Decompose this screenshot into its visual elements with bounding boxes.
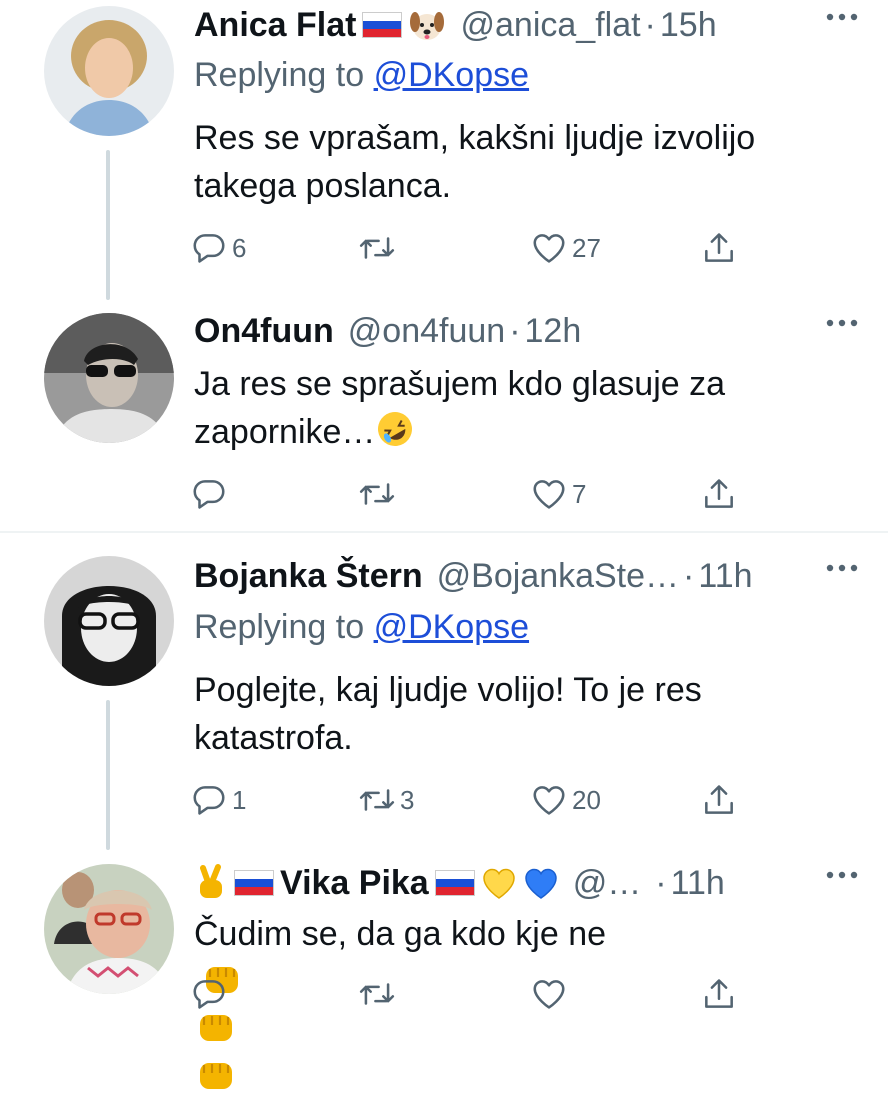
tweet-text-content: Ja res se sprašujem kdo glasuje za zapor… bbox=[194, 365, 726, 451]
like-count: 7 bbox=[572, 478, 587, 509]
share-icon bbox=[700, 475, 738, 513]
timestamp[interactable]: 15h bbox=[660, 6, 717, 45]
timestamp[interactable]: 11h bbox=[671, 864, 725, 903]
retweet-count: 3 bbox=[400, 784, 415, 815]
handle[interactable]: @… bbox=[573, 864, 642, 903]
like-icon bbox=[530, 975, 568, 1013]
replying-to-label: Replying to bbox=[194, 608, 365, 646]
reply-icon bbox=[190, 475, 228, 513]
name-text[interactable]: Vika Pika bbox=[280, 864, 429, 903]
name-text[interactable]: Bojanka Štern bbox=[194, 557, 423, 596]
like-button[interactable]: 27 bbox=[530, 226, 601, 270]
replying-to-label: Replying to bbox=[194, 56, 365, 94]
share-button[interactable] bbox=[700, 778, 738, 822]
reply-icon bbox=[190, 229, 228, 267]
retweet-icon bbox=[358, 975, 396, 1013]
action-bar: 7 bbox=[190, 472, 750, 516]
mention-link[interactable]: @DKopse bbox=[374, 56, 529, 94]
tweet-text: Poglejte, kaj ljudje volijo! To je res k… bbox=[194, 671, 702, 757]
thread-line bbox=[106, 150, 110, 300]
reply-icon bbox=[190, 975, 228, 1013]
victory-hand-icon bbox=[200, 864, 222, 898]
blue-heart-icon bbox=[524, 868, 557, 899]
retweet-button[interactable] bbox=[358, 972, 400, 1016]
more-icon[interactable] bbox=[824, 12, 860, 22]
retweet-icon bbox=[358, 781, 396, 819]
reply-button[interactable]: 1 bbox=[190, 778, 246, 822]
like-count: 20 bbox=[572, 784, 601, 815]
separator-dot: · bbox=[644, 5, 656, 44]
slovenia-flag-icon bbox=[362, 12, 403, 38]
share-icon bbox=[700, 975, 738, 1013]
like-button[interactable] bbox=[530, 972, 572, 1016]
like-icon bbox=[530, 475, 568, 513]
avatar[interactable] bbox=[44, 313, 174, 443]
like-count: 27 bbox=[572, 232, 601, 263]
tweet-header: On4fuun @on4fuun · 12h bbox=[194, 306, 860, 356]
thread-line bbox=[106, 700, 110, 850]
handle[interactable]: @BojankaSte… bbox=[437, 557, 679, 596]
rofl-emoji-icon bbox=[378, 412, 413, 446]
like-button[interactable]: 20 bbox=[530, 778, 601, 822]
fist-bump-icon bbox=[200, 1063, 232, 1089]
tweet-header: Bojanka Štern @BojankaSte… · 11h bbox=[194, 551, 860, 601]
retweet-icon bbox=[358, 475, 396, 513]
share-icon bbox=[700, 229, 738, 267]
retweet-button[interactable] bbox=[358, 226, 400, 270]
share-icon bbox=[700, 781, 738, 819]
handle[interactable]: @anica_flat bbox=[460, 6, 640, 45]
dog-face-icon bbox=[410, 12, 445, 40]
mention-link[interactable]: @DKopse bbox=[374, 608, 529, 646]
action-bar: 1 3 20 bbox=[190, 778, 750, 822]
timestamp[interactable]: 12h bbox=[525, 312, 582, 351]
separator-dot: · bbox=[655, 863, 667, 902]
display-name[interactable]: Anica Flat bbox=[194, 6, 446, 45]
timestamp[interactable]: 11h bbox=[698, 557, 752, 596]
retweet-button[interactable]: 3 bbox=[358, 778, 414, 822]
reply-icon bbox=[190, 781, 228, 819]
name-text[interactable]: Anica Flat bbox=[194, 6, 356, 45]
display-name[interactable]: Vika Pika bbox=[194, 864, 559, 903]
avatar[interactable] bbox=[44, 6, 174, 136]
tweet-text: Ja res se sprašujem kdo glasuje za zapor… bbox=[194, 360, 848, 456]
separator-dot: · bbox=[509, 311, 521, 350]
reply-button[interactable] bbox=[190, 972, 232, 1016]
reply-count: 6 bbox=[232, 232, 247, 263]
slovenia-flag-icon bbox=[234, 870, 274, 896]
tweet-header: Anica Flat @anica_flat · 15h bbox=[194, 0, 860, 50]
reply-button[interactable]: 6 bbox=[190, 226, 246, 270]
reply-count: 1 bbox=[232, 784, 247, 815]
retweet-icon bbox=[358, 229, 396, 267]
display-name[interactable]: Bojanka Štern bbox=[194, 557, 423, 596]
action-bar: 6 27 bbox=[190, 226, 750, 270]
slovenia-flag-icon bbox=[434, 870, 475, 896]
share-button[interactable] bbox=[700, 226, 738, 270]
divider bbox=[0, 531, 888, 533]
handle[interactable]: @on4fuun bbox=[348, 312, 505, 351]
share-button[interactable] bbox=[700, 972, 738, 1016]
like-icon bbox=[530, 781, 568, 819]
like-button[interactable]: 7 bbox=[530, 472, 586, 516]
tweet-text-content: Čudim se, da ga kdo kje ne bbox=[194, 915, 607, 953]
replying-to: Replying to @DKopse bbox=[194, 56, 529, 95]
yellow-heart-icon bbox=[482, 868, 515, 899]
more-icon[interactable] bbox=[824, 318, 860, 328]
share-button[interactable] bbox=[700, 472, 738, 516]
action-bar bbox=[190, 972, 750, 1016]
replying-to: Replying to @DKopse bbox=[194, 608, 529, 647]
more-icon[interactable] bbox=[824, 563, 860, 573]
separator-dot: · bbox=[683, 556, 695, 595]
tweet-header: Vika Pika @… · 11h bbox=[194, 858, 860, 908]
display-name[interactable]: On4fuun bbox=[194, 312, 334, 351]
tweet-text: Res se vprašam, kakšni ljudje izvolijo t… bbox=[194, 119, 756, 205]
name-text[interactable]: On4fuun bbox=[194, 312, 334, 351]
more-icon[interactable] bbox=[824, 870, 860, 880]
avatar[interactable] bbox=[44, 864, 174, 994]
avatar[interactable] bbox=[44, 556, 174, 686]
reply-button[interactable] bbox=[190, 472, 232, 516]
like-icon bbox=[530, 229, 568, 267]
retweet-button[interactable] bbox=[358, 472, 400, 516]
